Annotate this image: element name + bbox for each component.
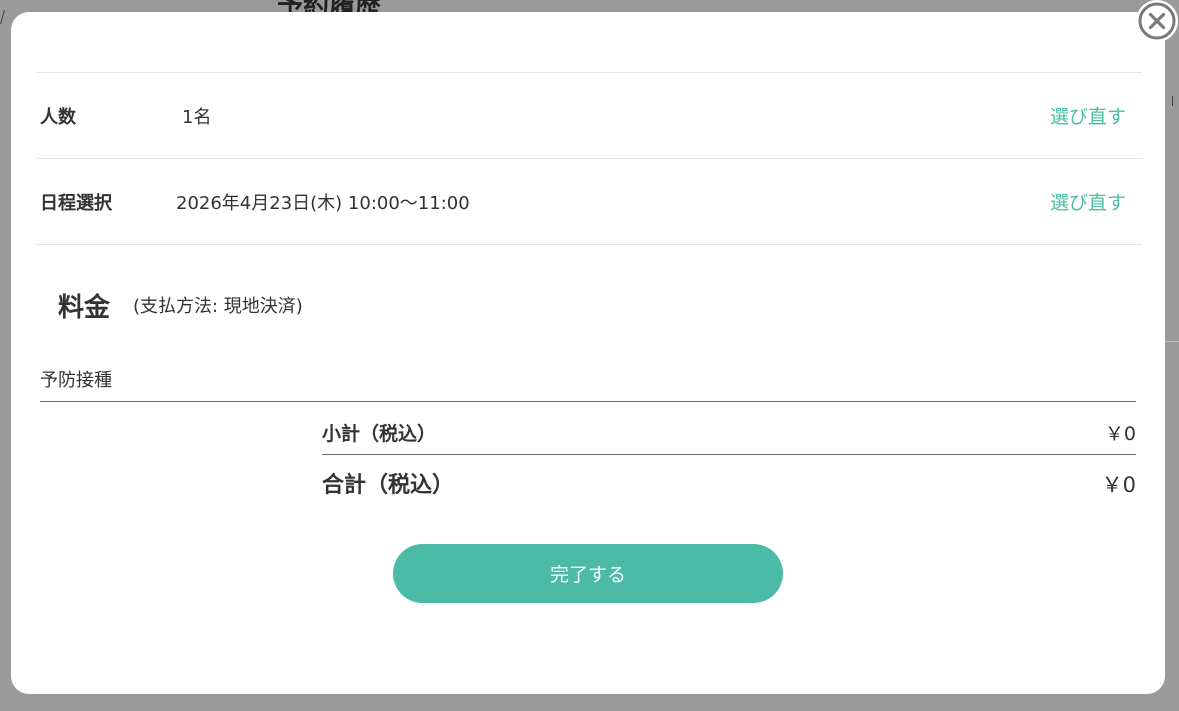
fee-item-name: 予防接種 [40, 370, 112, 391]
reservation-confirm-modal: 人数 1名 選び直す 日程選択 2026年4月23日(木) 10:00〜11:0… [11, 12, 1165, 694]
divider [36, 72, 1142, 73]
schedule-label: 日程選択 [40, 193, 112, 214]
subtotal-value: ￥0 [1104, 423, 1136, 445]
background-edge-mark [0, 10, 11, 24]
close-button[interactable] [1136, 0, 1178, 42]
total-label: 合計（税込） [322, 473, 455, 498]
subtotal-label: 小計（税込） [322, 423, 437, 445]
divider [36, 158, 1142, 159]
close-circle-icon [1138, 2, 1176, 40]
subtotal-divider [322, 454, 1136, 455]
schedule-value: 2026年4月23日(木) 10:00〜11:00 [176, 193, 470, 214]
schedule-reselect-link[interactable]: 選び直す [1050, 188, 1126, 215]
divider [36, 244, 1142, 245]
people-reselect-link[interactable]: 選び直す [1050, 102, 1126, 129]
complete-button[interactable]: 完了する [393, 544, 783, 603]
people-label: 人数 [40, 107, 76, 128]
total-value: ￥0 [1101, 473, 1136, 497]
background-divider [1165, 341, 1179, 342]
background-edge-mark-right [1172, 96, 1179, 106]
people-value: 1名 [182, 107, 212, 128]
fee-title: 料金 [58, 293, 111, 323]
payment-method: (支払方法: 現地決済) [133, 296, 303, 317]
item-divider [40, 401, 1136, 402]
